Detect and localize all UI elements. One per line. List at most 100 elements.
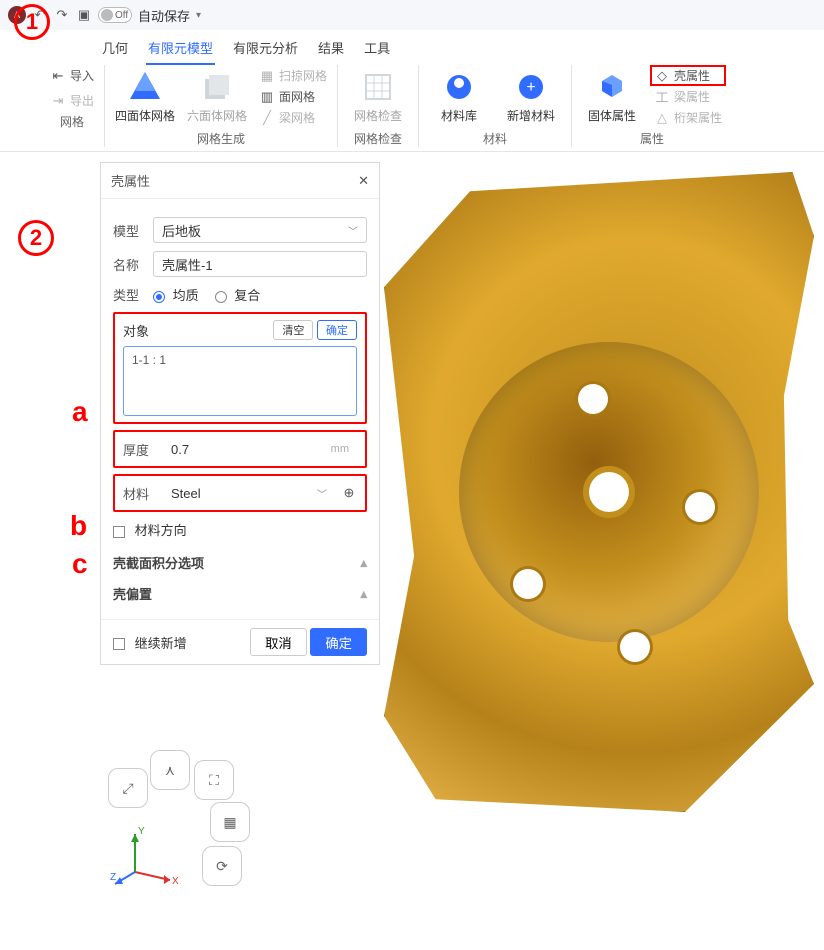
view-grid-icon[interactable]: ▦ — [210, 802, 250, 842]
qa-dropdown-icon[interactable]: ▾ — [196, 10, 201, 21]
beam-mesh-label: 梁网格 — [279, 109, 315, 126]
toggle-knob — [101, 9, 113, 21]
axis-y-label: Y — [138, 826, 145, 837]
shell-offset-collapser[interactable]: 壳偏置 ▴ — [113, 578, 367, 609]
face-mesh-icon: ▥ — [259, 89, 275, 105]
chevron-down-icon: ﹀ — [317, 486, 327, 501]
group-label-materials: 材料 — [483, 130, 507, 147]
object-list[interactable]: 1-1 : 1 — [123, 346, 357, 416]
tab-tools[interactable]: 工具 — [362, 32, 392, 65]
view-rotate-icon[interactable]: ⟳ — [202, 846, 242, 886]
name-input[interactable]: 壳属性-1 — [153, 251, 367, 277]
sweep-mesh-button[interactable]: ▦ 扫掠网格 — [255, 65, 331, 86]
hex-mesh-button[interactable]: 六面体网格 — [183, 65, 251, 128]
annotation-1: 1 — [14, 4, 50, 40]
tab-fem-analysis[interactable]: 有限元分析 — [231, 32, 300, 65]
section-integration-collapser[interactable]: 壳截面积分选项 ▴ — [113, 547, 367, 578]
truss-prop-icon: △ — [654, 110, 670, 126]
tab-geometry[interactable]: 几何 — [100, 32, 130, 65]
confirm-selection-button[interactable]: 确定 — [317, 320, 357, 340]
radio-icon — [153, 291, 165, 303]
name-input-value: 壳属性-1 — [162, 255, 213, 274]
confirm-button[interactable]: 确定 — [310, 628, 367, 656]
beam-prop-button[interactable]: 工 梁属性 — [650, 86, 726, 107]
material-direction-label: 材料方向 — [135, 523, 187, 538]
ribbon-group-mesh-io: ⇤ 导入 ⇥ 导出 网格 — [40, 65, 105, 147]
cancel-button[interactable]: 取消 — [250, 628, 307, 656]
material-lib-button[interactable]: 材料库 — [425, 65, 493, 128]
face-mesh-label: 面网格 — [279, 88, 315, 105]
save-icon[interactable]: ▣ — [76, 7, 92, 23]
model-field-label: 模型 — [113, 221, 147, 240]
section-integration-label: 壳截面积分选项 — [113, 553, 204, 572]
type-option-label: 均质 — [173, 288, 199, 303]
shell-prop-label: 壳属性 — [674, 67, 710, 84]
model-select[interactable]: 后地板 ﹀ — [153, 217, 367, 243]
tab-results[interactable]: 结果 — [316, 32, 346, 65]
truss-prop-label: 桁架属性 — [674, 109, 722, 126]
radio-icon — [215, 291, 227, 303]
view-gizmo: ⤢ ⋏ ⛶ ▦ ⟳ X Y Z — [90, 750, 240, 900]
beam-mesh-button[interactable]: ╱ 梁网格 — [255, 107, 331, 128]
view-axes-icon[interactable]: ⤢ — [108, 768, 148, 808]
mesh-check-icon — [360, 69, 396, 105]
continue-add-label: 继续新增 — [135, 636, 187, 651]
shell-prop-button[interactable]: ◇ 壳属性 — [650, 65, 726, 86]
type-option-homogeneous[interactable]: 均质 — [153, 285, 199, 304]
thickness-input[interactable]: 0.7 mm — [163, 436, 357, 462]
truss-prop-button[interactable]: △ 桁架属性 — [650, 107, 726, 128]
ribbon: 几何 有限元模型 有限元分析 结果 工具 ⇤ 导入 ⇥ 导出 网格 — [0, 30, 824, 152]
type-option-composite[interactable]: 复合 — [215, 285, 261, 304]
autosave-toggle[interactable]: Off — [98, 7, 132, 23]
material-lib-label: 材料库 — [441, 107, 477, 124]
material-lib-icon — [441, 69, 477, 105]
face-mesh-button[interactable]: ▥ 面网格 — [255, 86, 331, 107]
model-hole — [578, 384, 608, 414]
add-material-inline-button[interactable]: ⊕ — [341, 485, 357, 501]
solid-prop-label: 固体属性 — [588, 107, 636, 124]
panel-close-button[interactable]: ✕ — [358, 173, 369, 189]
material-select[interactable]: Steel ﹀ — [163, 480, 335, 506]
shell-offset-label: 壳偏置 — [113, 584, 152, 603]
hex-mesh-icon — [199, 69, 235, 105]
axes-triad: X Y Z — [110, 822, 180, 895]
mesh-check-button[interactable]: 网格检查 — [344, 65, 412, 128]
add-material-label: 新增材料 — [507, 107, 555, 124]
tet-mesh-button[interactable]: 四面体网格 — [111, 65, 179, 128]
material-direction-checkbox[interactable]: 材料方向 — [113, 520, 187, 539]
view-xyz-icon[interactable]: ⋏ — [150, 750, 190, 790]
chevron-up-icon: ▴ — [360, 586, 367, 602]
thickness-label: 厚度 — [123, 440, 157, 459]
solid-prop-icon — [594, 69, 630, 105]
material-value: Steel — [171, 486, 201, 501]
thickness-unit: mm — [331, 443, 349, 455]
ribbon-group-props: 固体属性 ◇ 壳属性 工 梁属性 △ 桁架属性 — [572, 65, 733, 147]
beam-prop-label: 梁属性 — [674, 88, 710, 105]
sweep-mesh-icon: ▦ — [259, 68, 275, 84]
thickness-value: 0.7 — [171, 442, 189, 457]
workspace: 壳属性 ✕ 模型 后地板 ﹀ 名称 壳属性-1 类型 均质 — [0, 152, 824, 912]
tab-fem-model[interactable]: 有限元模型 — [146, 32, 215, 65]
export-button[interactable]: ⇥ 导出 — [46, 90, 98, 111]
tet-mesh-icon — [127, 69, 163, 105]
ribbon-group-meshcheck: 网格检查 网格检查 — [338, 65, 419, 147]
model-feature-hub — [589, 472, 629, 512]
add-material-button[interactable]: + 新增材料 — [497, 65, 565, 128]
ribbon-body: ⇤ 导入 ⇥ 导出 网格 四面体网格 — [0, 65, 824, 147]
chevron-up-icon: ▴ — [360, 555, 367, 571]
group-label-meshcheck: 网格检查 — [354, 130, 402, 147]
redo-icon[interactable]: ↷ — [54, 7, 70, 23]
solid-prop-button[interactable]: 固体属性 — [578, 65, 646, 128]
object-label: 对象 — [123, 321, 149, 340]
ribbon-tabs: 几何 有限元模型 有限元分析 结果 工具 — [100, 32, 392, 65]
ribbon-group-materials: 材料库 + 新增材料 材料 — [419, 65, 572, 147]
model-hole — [620, 632, 650, 662]
clear-button[interactable]: 清空 — [273, 320, 313, 340]
material-label: 材料 — [123, 484, 157, 503]
continue-add-checkbox[interactable]: 继续新增 — [113, 633, 187, 652]
object-section: 对象 清空 确定 1-1 : 1 — [113, 312, 367, 424]
import-button[interactable]: ⇤ 导入 — [46, 65, 98, 86]
autosave-label: 自动保存 — [138, 6, 190, 25]
view-fit-icon[interactable]: ⛶ — [194, 760, 234, 800]
model-viewport[interactable] — [384, 172, 814, 812]
